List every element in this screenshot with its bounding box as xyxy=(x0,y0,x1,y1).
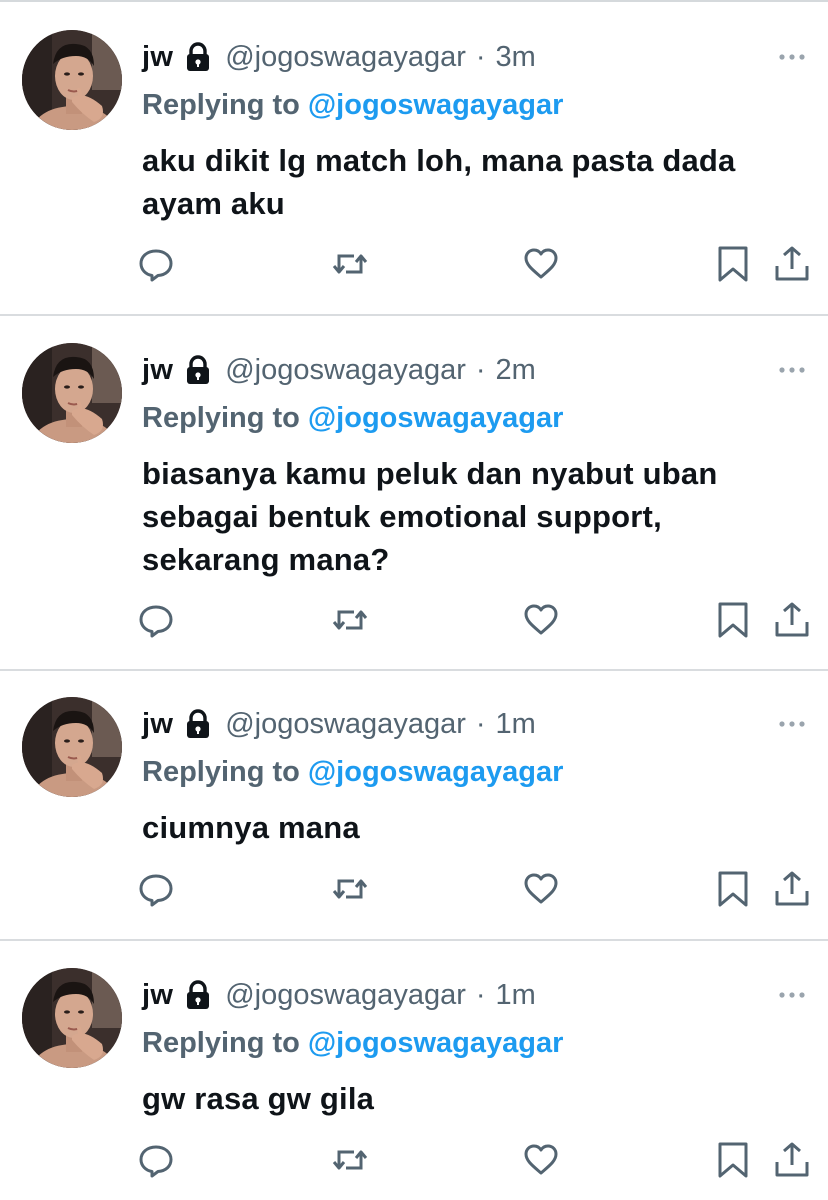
tweet-header: jw @jogoswagayagar · 3m xyxy=(142,37,536,77)
reply-bubble-icon[interactable] xyxy=(136,1140,176,1180)
bookmark-icon[interactable] xyxy=(713,244,753,284)
display-name[interactable]: jw xyxy=(142,354,173,387)
share-upload-icon[interactable] xyxy=(772,244,812,284)
heart-icon[interactable] xyxy=(521,869,561,909)
heart-icon[interactable] xyxy=(521,244,561,284)
more-horizontal-icon[interactable] xyxy=(772,985,812,1005)
lock-icon xyxy=(185,355,211,385)
tweet-actions xyxy=(0,869,828,913)
separator-dot: · xyxy=(475,707,486,740)
lock-icon xyxy=(185,709,211,739)
heart-icon[interactable] xyxy=(521,600,561,640)
tweet-text: gw rasa gw gila xyxy=(142,1081,375,1116)
separator-dot: · xyxy=(475,978,486,1011)
replying-to-mention[interactable]: @jogoswagayagar xyxy=(308,1027,564,1060)
avatar-photo xyxy=(22,343,122,443)
tweet-text: biasanya kamu peluk dan nyabut uban seba… xyxy=(142,456,718,577)
avatar-photo xyxy=(22,968,122,1068)
tweet-text: ciumnya mana xyxy=(142,810,360,845)
share-upload-icon[interactable] xyxy=(772,869,812,909)
replying-to-row: Replying to @jogoswagayagar xyxy=(142,752,563,792)
retweet-icon[interactable] xyxy=(330,244,370,284)
user-handle[interactable]: @jogoswagayagar xyxy=(225,708,466,741)
bookmark-icon[interactable] xyxy=(713,869,753,909)
share-upload-icon[interactable] xyxy=(772,1140,812,1180)
separator-dot: · xyxy=(475,40,486,73)
avatar[interactable] xyxy=(22,30,122,130)
tweet-header: jw @jogoswagayagar · 1m xyxy=(142,975,536,1015)
tweet-header: jw @jogoswagayagar · 1m xyxy=(142,704,536,744)
tweet-divider xyxy=(0,669,828,671)
user-handle[interactable]: @jogoswagayagar xyxy=(225,41,466,74)
timestamp[interactable]: 2m xyxy=(496,354,536,387)
avatar[interactable] xyxy=(22,697,122,797)
timestamp[interactable]: 3m xyxy=(496,41,536,74)
top-divider xyxy=(0,0,828,2)
more-horizontal-icon[interactable] xyxy=(772,47,812,67)
replying-to-mention[interactable]: @jogoswagayagar xyxy=(308,756,564,789)
display-name[interactable]: jw xyxy=(142,979,173,1012)
lock-icon xyxy=(185,42,211,72)
avatar-photo xyxy=(22,30,122,130)
replying-to-row: Replying to @jogoswagayagar xyxy=(142,85,563,125)
replying-to-label: Replying to xyxy=(142,401,300,434)
reply-bubble-icon[interactable] xyxy=(136,600,176,640)
bookmark-icon[interactable] xyxy=(713,1140,753,1180)
reply-bubble-icon[interactable] xyxy=(136,869,176,909)
tweet-divider xyxy=(0,939,828,941)
avatar[interactable] xyxy=(22,343,122,443)
separator-dot: · xyxy=(475,353,486,386)
retweet-icon[interactable] xyxy=(330,1140,370,1180)
tweet-header: jw @jogoswagayagar · 2m xyxy=(142,350,536,390)
tweet-text: aku dikit lg match loh, mana pasta dada … xyxy=(142,143,736,221)
timestamp[interactable]: 1m xyxy=(496,979,536,1012)
retweet-icon[interactable] xyxy=(330,869,370,909)
share-upload-icon[interactable] xyxy=(772,600,812,640)
replying-to-label: Replying to xyxy=(142,1026,300,1059)
user-handle[interactable]: @jogoswagayagar xyxy=(225,354,466,387)
replying-to-row: Replying to @jogoswagayagar xyxy=(142,398,563,438)
heart-icon[interactable] xyxy=(521,1140,561,1180)
replying-to-label: Replying to xyxy=(142,755,300,788)
tweet-divider xyxy=(0,314,828,316)
more-horizontal-icon[interactable] xyxy=(772,360,812,380)
display-name[interactable]: jw xyxy=(142,708,173,741)
replying-to-mention[interactable]: @jogoswagayagar xyxy=(308,89,564,122)
display-name[interactable]: jw xyxy=(142,41,173,74)
tweet-feed: jw @jogoswagayagar · 3m Replying to @jog… xyxy=(0,0,828,1200)
tweet-actions xyxy=(0,1140,828,1184)
reply-bubble-icon[interactable] xyxy=(136,244,176,284)
avatar[interactable] xyxy=(22,968,122,1068)
avatar-photo xyxy=(22,697,122,797)
bookmark-icon[interactable] xyxy=(713,600,753,640)
tweet-actions xyxy=(0,600,828,644)
tweet-actions xyxy=(0,244,828,288)
more-horizontal-icon[interactable] xyxy=(772,714,812,734)
replying-to-label: Replying to xyxy=(142,88,300,121)
lock-icon xyxy=(185,980,211,1010)
retweet-icon[interactable] xyxy=(330,600,370,640)
timestamp[interactable]: 1m xyxy=(496,708,536,741)
user-handle[interactable]: @jogoswagayagar xyxy=(225,979,466,1012)
replying-to-row: Replying to @jogoswagayagar xyxy=(142,1023,563,1063)
replying-to-mention[interactable]: @jogoswagayagar xyxy=(308,402,564,435)
